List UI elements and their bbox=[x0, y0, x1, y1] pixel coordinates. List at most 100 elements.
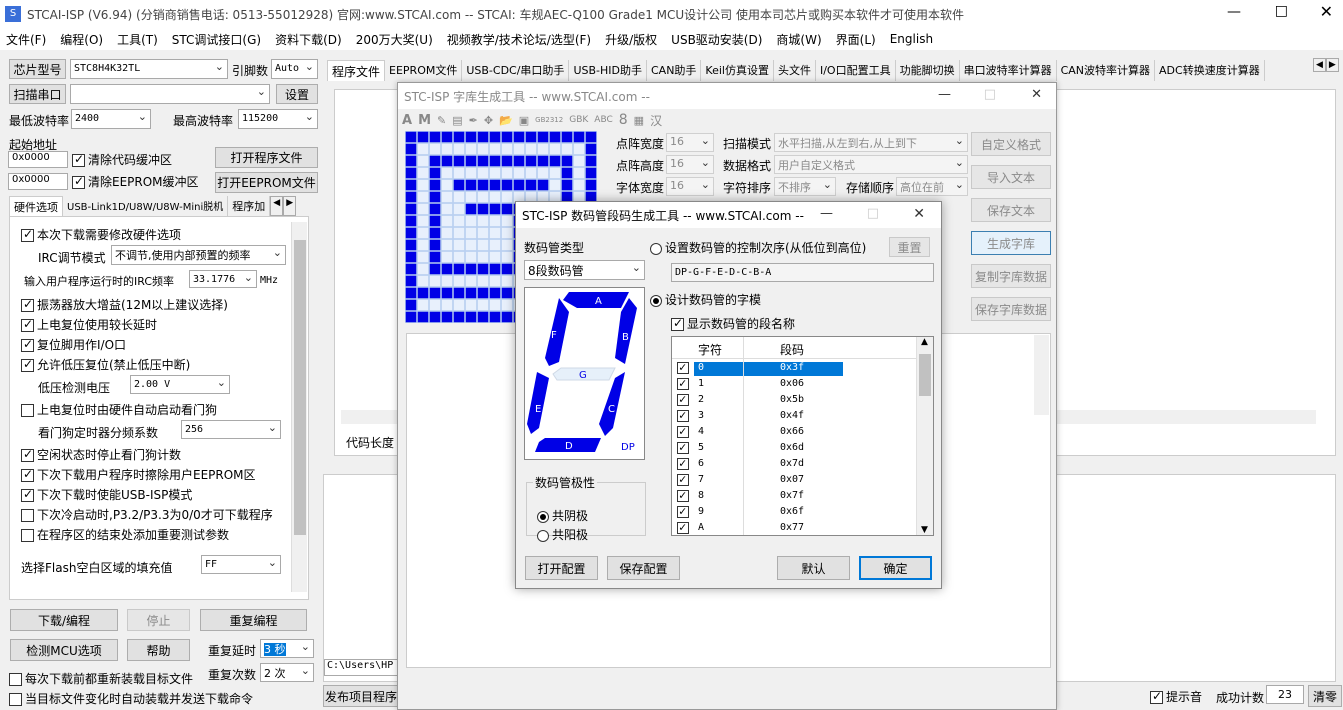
lattice-cell[interactable] bbox=[429, 191, 441, 203]
scan-mode-select[interactable]: 水平扫描,从左到右,从上到下 ⌄ bbox=[774, 133, 968, 152]
lattice-cell[interactable] bbox=[405, 275, 417, 287]
lattice-cell[interactable] bbox=[465, 191, 477, 203]
minimize-icon[interactable]: — bbox=[820, 206, 833, 221]
lattice-cell[interactable] bbox=[453, 131, 465, 143]
data-format-select[interactable]: 用户自定义格式 ⌄ bbox=[774, 155, 968, 174]
chip-type-select[interactable]: STC8H4K32TL ⌄ bbox=[70, 59, 228, 79]
lattice-cell[interactable] bbox=[405, 227, 417, 239]
lattice-cell[interactable] bbox=[405, 299, 417, 311]
lattice-cell[interactable] bbox=[585, 143, 597, 155]
lattice-cell[interactable] bbox=[537, 143, 549, 155]
option-osc-gain[interactable]: 振荡器放大增益(12M以上建议选择) bbox=[21, 296, 228, 313]
lattice-cell[interactable] bbox=[441, 215, 453, 227]
lattice-cell[interactable] bbox=[501, 239, 513, 251]
lattice-cell[interactable] bbox=[429, 263, 441, 275]
lattice-cell[interactable] bbox=[525, 155, 537, 167]
lattice-cell[interactable] bbox=[465, 311, 477, 323]
lattice-cell[interactable] bbox=[489, 263, 501, 275]
lattice-cell[interactable] bbox=[501, 263, 513, 275]
lattice-cell[interactable] bbox=[489, 251, 501, 263]
lattice-cell[interactable] bbox=[489, 191, 501, 203]
lattice-cell[interactable] bbox=[417, 191, 429, 203]
option-lvd-reset[interactable]: 允许低压复位(禁止低压中断) bbox=[21, 356, 190, 373]
lattice-cell[interactable] bbox=[405, 215, 417, 227]
lattice-cell[interactable] bbox=[405, 239, 417, 251]
lattice-cell[interactable] bbox=[477, 227, 489, 239]
lattice-cell[interactable] bbox=[549, 131, 561, 143]
menu-file[interactable]: 文件(F) bbox=[6, 31, 46, 48]
lattice-cell[interactable] bbox=[477, 287, 489, 299]
row-checkbox[interactable] bbox=[677, 520, 689, 534]
table-scrollbar[interactable]: ▲ ▼ bbox=[916, 337, 933, 535]
settings-button[interactable]: 设置 bbox=[276, 84, 318, 104]
maximize-icon[interactable]: □ bbox=[1275, 3, 1288, 19]
row-checkbox[interactable] bbox=[677, 440, 689, 454]
reset-order-button[interactable]: 重置 bbox=[889, 237, 930, 257]
lattice-cell[interactable] bbox=[429, 179, 441, 191]
lattice-cell[interactable] bbox=[501, 191, 513, 203]
lattice-cell[interactable] bbox=[513, 131, 525, 143]
lattice-cell[interactable] bbox=[489, 143, 501, 155]
grid-icon[interactable]: ▦ bbox=[634, 114, 644, 127]
tab-scroll-right-icon[interactable]: ▶ bbox=[283, 196, 297, 216]
design-glyph-radio[interactable]: 设计数码管的字模 bbox=[650, 291, 761, 308]
wdt-select[interactable]: 256 ⌄ bbox=[181, 420, 281, 439]
bold-a-icon[interactable]: A bbox=[402, 113, 412, 128]
lattice-cell[interactable] bbox=[417, 167, 429, 179]
lattice-cell[interactable] bbox=[405, 287, 417, 299]
lattice-cell[interactable] bbox=[453, 191, 465, 203]
lattice-cell[interactable] bbox=[537, 179, 549, 191]
fill-select[interactable]: FF ⌄ bbox=[201, 555, 281, 574]
seg-type-select[interactable]: 8段数码管 ⌄ bbox=[524, 260, 645, 280]
segment-e[interactable] bbox=[527, 372, 549, 434]
lattice-cell[interactable] bbox=[501, 131, 513, 143]
lattice-cell[interactable] bbox=[405, 263, 417, 275]
lattice-height-select[interactable]: 16 ⌄ bbox=[666, 155, 714, 174]
tab-usb-cdc[interactable]: USB-CDC/串口助手 bbox=[462, 60, 570, 81]
tab-usb-hid[interactable]: USB-HID助手 bbox=[569, 60, 647, 81]
lattice-cell[interactable] bbox=[465, 251, 477, 263]
tab-scroll-left-icon[interactable]: ◀ bbox=[270, 196, 284, 216]
lattice-cell[interactable] bbox=[453, 143, 465, 155]
maximize-icon[interactable]: □ bbox=[867, 206, 879, 221]
generate-font-button[interactable]: 生成字库 bbox=[971, 231, 1051, 255]
lattice-cell[interactable] bbox=[417, 143, 429, 155]
stop-button[interactable]: 停止 bbox=[127, 609, 190, 631]
lattice-cell[interactable] bbox=[573, 143, 585, 155]
lattice-cell[interactable] bbox=[465, 203, 477, 215]
lattice-cell[interactable] bbox=[525, 167, 537, 179]
lattice-cell[interactable] bbox=[501, 311, 513, 323]
font-preview-scrollbar[interactable] bbox=[1034, 335, 1049, 415]
set-order-radio[interactable]: 设置数码管的控制次序(从低位到高位) bbox=[650, 239, 866, 256]
code-address-input[interactable]: 0x0000 bbox=[8, 151, 68, 168]
lattice-cell[interactable] bbox=[465, 179, 477, 191]
abc-icon[interactable]: ABC bbox=[594, 115, 612, 125]
publish-button[interactable]: 发布项目程序 bbox=[323, 685, 399, 707]
check-mcu-button[interactable]: 检测MCU选项 bbox=[10, 639, 118, 661]
menu-program[interactable]: 编程(O) bbox=[60, 31, 103, 48]
tab-adc-speed[interactable]: ADC转换速度计算器 bbox=[1155, 60, 1265, 81]
table-row[interactable]: 2 0x5b bbox=[672, 392, 917, 409]
lattice-cell[interactable] bbox=[477, 203, 489, 215]
lattice-cell[interactable] bbox=[429, 251, 441, 263]
clear-count-button[interactable]: 清零 bbox=[1308, 685, 1342, 707]
lattice-cell[interactable] bbox=[549, 155, 561, 167]
lattice-cell[interactable] bbox=[561, 143, 573, 155]
tab-usb-link[interactable]: USB-Link1D/U8W/U8W-Mini脱机 bbox=[63, 196, 229, 216]
lattice-cell[interactable] bbox=[429, 131, 441, 143]
menu-debug[interactable]: STC调试接口(G) bbox=[172, 31, 261, 48]
row-checkbox[interactable] bbox=[677, 488, 689, 502]
lattice-cell[interactable] bbox=[441, 239, 453, 251]
row-checkbox[interactable] bbox=[677, 456, 689, 470]
lattice-cell[interactable] bbox=[453, 287, 465, 299]
tab-program-add[interactable]: 程序加 bbox=[228, 196, 271, 216]
menu-download[interactable]: 资料下载(D) bbox=[275, 31, 342, 48]
lattice-cell[interactable] bbox=[417, 299, 429, 311]
lattice-cell[interactable] bbox=[477, 167, 489, 179]
repeat-delay-select[interactable]: 3 秒 ⌄ bbox=[260, 639, 314, 658]
lattice-cell[interactable] bbox=[477, 311, 489, 323]
lattice-cell[interactable] bbox=[585, 179, 597, 191]
lattice-cell[interactable] bbox=[537, 131, 549, 143]
option-modify-hw[interactable]: 本次下载需要修改硬件选项 bbox=[21, 226, 181, 243]
reprogram-button[interactable]: 重复编程 bbox=[200, 609, 307, 631]
